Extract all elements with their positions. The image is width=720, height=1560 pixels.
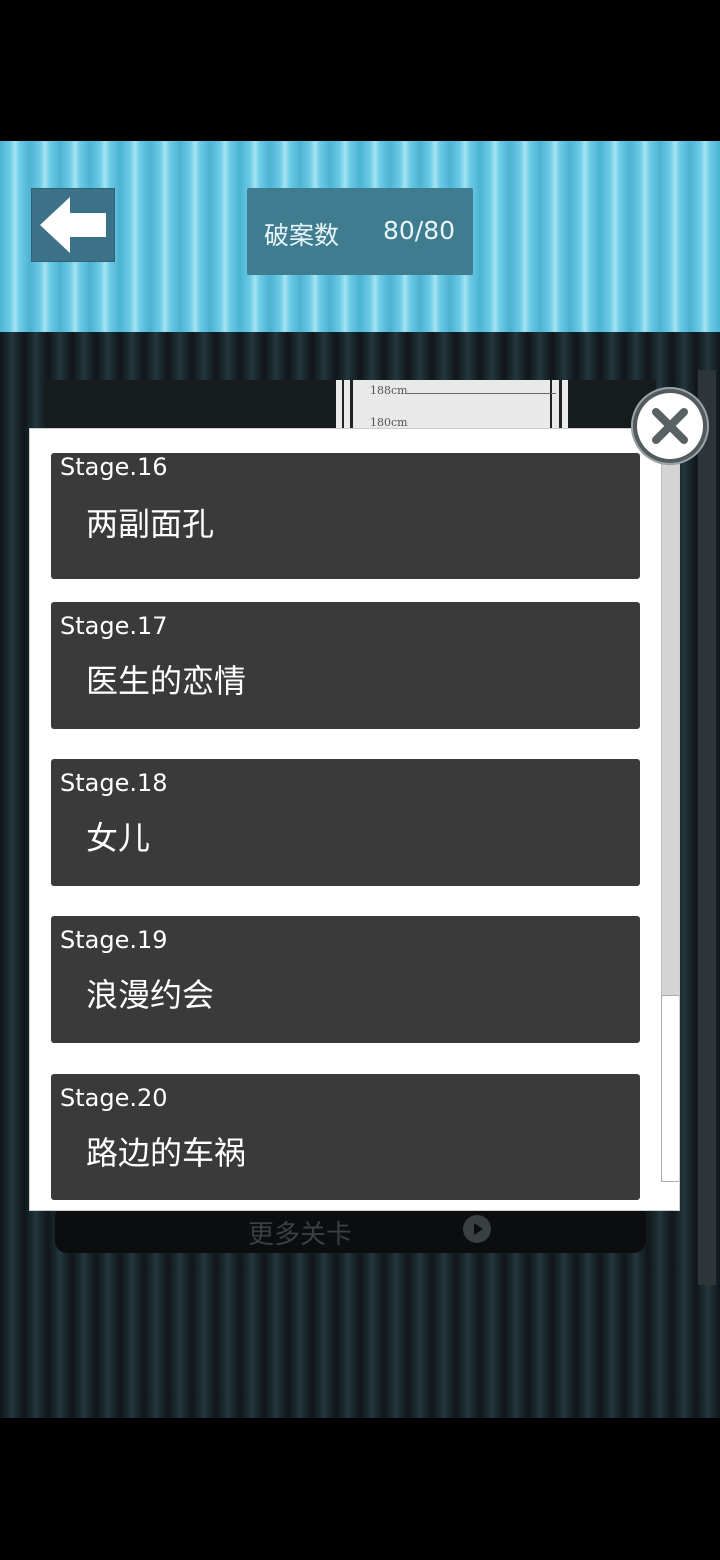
stage-item[interactable]: Stage.17 医生的恋情 — [51, 602, 640, 729]
stage-item[interactable]: Stage.20 路边的车祸 — [51, 1074, 640, 1200]
stage-title: 路边的车祸 — [86, 1134, 247, 1172]
stage-title: 医生的恋情 — [86, 662, 247, 700]
more-levels-label: 更多关卡 — [248, 1220, 353, 1250]
close-button[interactable] — [631, 387, 709, 465]
stage-item[interactable]: Stage.19 浪漫约会 — [51, 916, 640, 1043]
stage-title: 浪漫约会 — [86, 976, 215, 1014]
solved-cases-count: 80/80 — [383, 216, 456, 245]
stage-title: 两副面孔 — [86, 505, 215, 543]
stage-select-dialog: Stage.16 两副面孔 Stage.17 医生的恋情 Stage.18 女儿… — [29, 428, 680, 1211]
header-bar: 破案数 80/80 — [0, 141, 720, 332]
dialog-scrollbar-thumb[interactable] — [661, 995, 679, 1182]
more-levels-button[interactable]: 更多关卡 — [55, 1205, 646, 1253]
stage-number: Stage.19 — [60, 926, 168, 954]
stage-number: Stage.17 — [60, 612, 168, 640]
height-mark: 188cm — [370, 384, 408, 397]
photo-frame-line — [342, 380, 344, 430]
background-scrollbar — [698, 370, 716, 1285]
stage-number: Stage.20 — [60, 1084, 168, 1112]
close-icon — [652, 408, 688, 444]
solved-cases-label: 破案数 — [264, 221, 340, 250]
solved-cases-panel: 破案数 80/80 — [247, 188, 473, 275]
height-line — [406, 393, 556, 394]
photo-frame-line — [559, 380, 562, 430]
stage-number: Stage.18 — [60, 769, 168, 797]
status-bar-area — [0, 0, 720, 141]
stage-item[interactable]: Stage.16 两副面孔 — [51, 453, 640, 579]
photo-frame-line — [550, 380, 552, 430]
back-button[interactable] — [31, 188, 115, 262]
back-arrow-icon — [40, 197, 106, 253]
navigation-bar-area — [0, 1418, 720, 1560]
stage-number: Stage.16 — [60, 453, 168, 481]
stage-item[interactable]: Stage.18 女儿 — [51, 759, 640, 886]
play-icon — [463, 1215, 491, 1243]
photo-frame-line — [350, 380, 353, 430]
background-suspect-photo: 188cm 180cm — [336, 380, 568, 430]
stage-title: 女儿 — [86, 819, 151, 857]
